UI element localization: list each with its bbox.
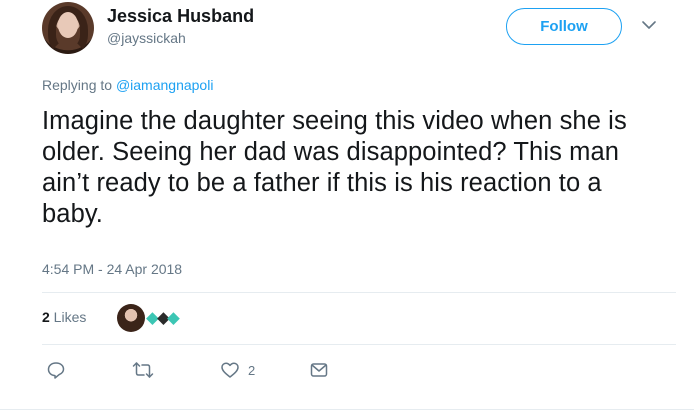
- follow-button[interactable]: Follow: [506, 8, 622, 45]
- divider-bottom: [42, 344, 676, 345]
- retweet-icon: [132, 362, 154, 378]
- liker-avatar[interactable]: [146, 310, 180, 326]
- like-action[interactable]: 2: [220, 360, 255, 380]
- reply-action[interactable]: [46, 360, 74, 380]
- tweet-text: Imagine the daughter seeing this video w…: [42, 107, 627, 228]
- dm-action[interactable]: [309, 360, 337, 380]
- divider-top: [42, 292, 676, 293]
- likes-count: 2: [42, 309, 50, 325]
- likes-stat[interactable]: 2 Likes: [42, 309, 86, 325]
- retweet-action[interactable]: [132, 360, 162, 380]
- reply-icon: [47, 362, 65, 379]
- heart-icon: [221, 362, 239, 378]
- author-display-name[interactable]: Jessica Husband: [107, 6, 254, 27]
- likes-label: Likes: [49, 309, 87, 325]
- tweet-timestamp[interactable]: 4:54 PM - 24 Apr 2018: [42, 261, 182, 277]
- avatar-face: [58, 12, 78, 38]
- reply-to-link[interactable]: @iamangnapoli: [116, 77, 214, 93]
- liker-avatar-shape: [167, 311, 180, 325]
- avatar[interactable]: [42, 2, 94, 54]
- like-count: 2: [248, 362, 256, 378]
- chevron-down-icon[interactable]: [640, 16, 658, 34]
- envelope-icon: [310, 363, 328, 377]
- divider-footer: [0, 409, 694, 410]
- reply-prefix: Replying to: [42, 77, 116, 93]
- author-handle[interactable]: @jayssickah: [107, 30, 186, 46]
- liker-avatar[interactable]: [117, 304, 145, 332]
- reply-context: Replying to @iamangnapoli: [42, 77, 213, 93]
- tweet-actions: 2: [0, 360, 694, 384]
